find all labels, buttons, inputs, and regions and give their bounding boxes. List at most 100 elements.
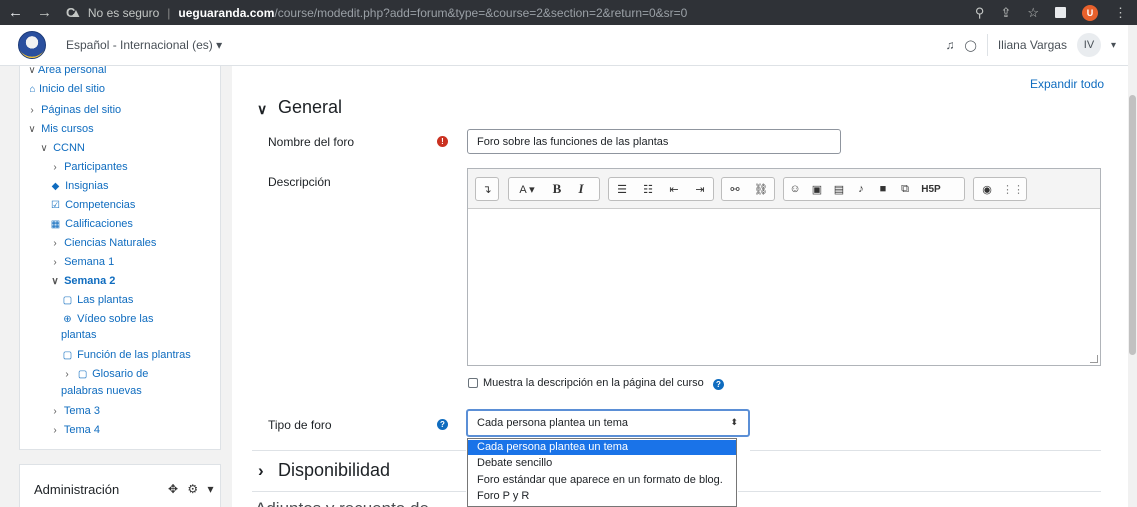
accessibility-checker-icon[interactable]: ◉ <box>974 178 1000 200</box>
image-icon[interactable]: ▣ <box>806 178 828 200</box>
show-description-text: Muestra la descripción en la página del … <box>483 377 704 389</box>
nav-item-tema-3[interactable]: › Tema 3 <box>49 404 100 419</box>
nav-item-video[interactable]: ⊕ Vídeo sobre las <box>61 312 153 327</box>
site-logo[interactable] <box>18 31 46 59</box>
nav-item-video-cont[interactable]: plantas <box>61 328 96 342</box>
section-general-title[interactable]: General <box>278 97 342 118</box>
nav-item-insignias[interactable]: ◆ Insignias <box>49 179 109 194</box>
badge-icon: ◆ <box>51 181 60 192</box>
user-name[interactable]: Iliana Vargas <box>998 38 1067 52</box>
share-icon[interactable]: ⇪ <box>1000 5 1011 21</box>
record-audio-icon[interactable]: ♪ <box>850 178 872 200</box>
forward-icon[interactable]: → <box>37 4 52 21</box>
nav-item-inicio[interactable]: ⌂ Inicio del sitio <box>26 82 105 97</box>
browser-nav: ← → C <box>0 4 75 21</box>
nav-item-paginas[interactable]: › Páginas del sitio <box>26 103 121 118</box>
emoji-icon[interactable]: ☺ <box>784 178 806 200</box>
nav-item-competencias[interactable]: ☑ Competencias <box>49 198 135 213</box>
nav-toggle-glyph: › <box>53 425 57 436</box>
back-icon[interactable]: ← <box>8 4 23 21</box>
user-menu-caret[interactable]: ▾ <box>1111 40 1116 51</box>
nav-item-label: Semana 2 <box>64 275 116 287</box>
record-video-icon[interactable]: ■ <box>872 178 894 200</box>
bold-icon[interactable]: B <box>545 178 569 200</box>
block-actions-icon[interactable]: ✥ ⚙ ▾ <box>168 482 217 496</box>
star-icon[interactable]: ☆ <box>1027 5 1039 21</box>
avatar[interactable]: IV <box>1076 33 1101 57</box>
section-disponibilidad-title[interactable]: Disponibilidad <box>278 460 390 481</box>
expand-disponibilidad-icon[interactable]: › <box>258 461 264 481</box>
nav-toggle-glyph: ∨ <box>40 143 48 154</box>
nav-item-area-personal[interactable]: ∨ Área personal <box>26 66 106 78</box>
nav-item-ccnn[interactable]: ∨ CCNN <box>38 141 85 156</box>
page-scrollbar[interactable] <box>1128 25 1137 507</box>
url-separator: | <box>167 5 171 20</box>
zoom-icon[interactable]: ⚲ <box>975 5 985 21</box>
select-arrow-icon: ⬍ <box>730 417 738 427</box>
dropdown-option[interactable]: Foro P y R <box>468 489 736 504</box>
navigation-block: ∨ Área personal ⌂ Inicio del sitio › Págin… <box>19 66 221 450</box>
navbar-divider <box>986 34 988 56</box>
ordered-list-icon[interactable]: ☷ <box>635 178 661 200</box>
show-description-checkbox[interactable] <box>468 378 478 388</box>
nav-item-semana-1[interactable]: › Semana 1 <box>49 255 114 270</box>
media-icon[interactable]: ▤ <box>828 178 850 200</box>
browser-actions: ⚲ ⇪ ☆ U ⋮ <box>975 4 1137 21</box>
manage-files-icon[interactable]: ⧉ <box>894 178 916 200</box>
sidepanel-icon[interactable] <box>1055 7 1066 18</box>
nav-item-participantes[interactable]: › Participantes <box>49 160 128 175</box>
nav-item-mis-cursos[interactable]: ∨ Mis cursos <box>26 122 93 137</box>
address-bar[interactable]: ▲ No es seguro | ueguaranda.com/course/m… <box>70 6 975 20</box>
nav-item-glosario[interactable]: › ▢ Glosario de <box>61 367 148 382</box>
nav-item-calificaciones[interactable]: ▦ Calificaciones <box>49 217 133 232</box>
dropdown-option[interactable]: Foro estándar que aparece en un formato … <box>468 473 736 488</box>
expand-all-link[interactable]: Expandir todo <box>1030 77 1104 91</box>
page-icon: ▢ <box>62 295 73 306</box>
toggle-toolbar-icon[interactable]: ↴ <box>476 178 498 200</box>
indent-icon[interactable]: ⇥ <box>687 178 713 200</box>
language-menu[interactable]: Español - Internacional (es) ▾ <box>66 38 222 52</box>
nav-item-ciencias[interactable]: › Ciencias Naturales <box>49 236 156 251</box>
outdent-icon[interactable]: ⇤ <box>661 178 687 200</box>
browser-menu-icon[interactable]: ⋮ <box>1114 5 1127 21</box>
help-icon[interactable]: ? <box>437 419 448 430</box>
nav-item-tema-4[interactable]: › Tema 4 <box>49 423 100 438</box>
home-icon: ⌂ <box>29 84 36 95</box>
toolbar-group: A ▾ B I <box>508 177 600 201</box>
nav-item-semana-2[interactable]: ∨ Semana 2 <box>49 274 115 289</box>
italic-icon[interactable]: I <box>569 178 593 200</box>
nav-item-label: Ciencias Naturales <box>64 237 157 249</box>
help-icon[interactable]: ? <box>713 379 724 390</box>
resize-handle[interactable] <box>1090 355 1098 363</box>
h5p-icon[interactable]: H5P <box>916 178 946 200</box>
bell-icon[interactable]: ♫ <box>946 38 955 52</box>
link-icon[interactable]: ⚯ <box>722 178 748 200</box>
unordered-list-icon[interactable]: ☰ <box>609 178 635 200</box>
nav-toggle-glyph: ∨ <box>51 276 59 287</box>
forum-type-select[interactable]: Cada persona plantea un tema ⬍ <box>466 409 750 437</box>
forum-name-input[interactable] <box>467 129 841 154</box>
url-host: ueguaranda.com <box>178 5 275 20</box>
nav-item-glosario-cont[interactable]: palabras nuevas <box>61 384 142 398</box>
nav-item-las-plantas[interactable]: ▢ Las plantas <box>61 293 134 308</box>
description-editor[interactable]: ↴ A ▾ B I ☰ ☷ ⇤ ⇥ ⚯ ⛓ ☺ ▣ ▤ ♪ ■ ⧉ H5P ◉ … <box>467 168 1101 366</box>
nav-item-label: Insignias <box>65 180 109 192</box>
nav-item-label: Participantes <box>64 161 128 173</box>
nav-item-label: Tema 3 <box>63 405 100 417</box>
profile-avatar[interactable]: U <box>1082 4 1098 21</box>
font-style-icon[interactable]: A ▾ <box>509 178 545 200</box>
dropdown-option[interactable]: Cada persona plantea un tema <box>468 440 736 455</box>
section-divider <box>750 450 1101 451</box>
scrollbar-thumb[interactable] <box>1129 95 1136 355</box>
table-icon: ▦ <box>50 219 61 230</box>
nav-item-funcion[interactable]: ▢ Función de las plantras <box>61 348 191 363</box>
unlink-icon[interactable]: ⛓ <box>748 178 774 200</box>
dropdown-option[interactable]: Debate sencillo <box>468 456 736 471</box>
editor-content-area[interactable] <box>468 210 1100 365</box>
nav-item-label: Tema 4 <box>63 424 100 436</box>
chat-icon[interactable]: ◯ <box>965 39 977 52</box>
collapse-general-icon[interactable]: ∨ <box>257 101 267 118</box>
screenreader-helper-icon[interactable]: ⋮⋮ <box>1000 178 1026 200</box>
administration-block: Administración ✥ ⚙ ▾ <box>19 464 221 507</box>
section-partial-title[interactable]: Adjuntos y recuento de <box>255 499 429 507</box>
